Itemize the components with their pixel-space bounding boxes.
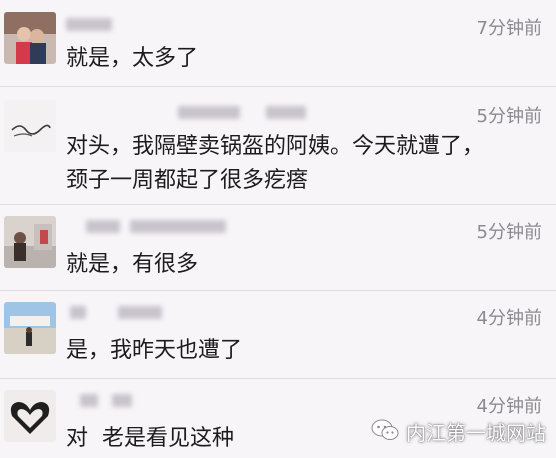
wechat-icon (370, 418, 400, 446)
username-blurred (70, 306, 86, 319)
username-blurred (130, 220, 226, 233)
avatar[interactable] (4, 12, 56, 64)
comment-time: 4分钟前 (476, 396, 542, 417)
username-blurred (118, 306, 162, 319)
comment-text: 是，我昨天也遭了 (66, 338, 243, 363)
username-blurred (86, 220, 120, 233)
watermark-text: 内江第一城网站 (406, 421, 546, 445)
comment-item[interactable]: 5分钟前 对头，我隔壁卖锅盔的阿姨。今天就遭了， 颈子一周都起了很多疙瘩 (0, 88, 556, 202)
username-blurred (112, 394, 132, 407)
comment-time: 5分钟前 (476, 106, 542, 127)
watermark: 内江第一城网站 (370, 417, 546, 446)
divider (0, 86, 556, 87)
comment-text: 就是，有很多 (66, 252, 199, 277)
comment-time: 7分钟前 (476, 18, 542, 39)
divider (0, 378, 556, 379)
comment-text: 对头，我隔壁卖锅盔的阿姨。今天就遭了， 颈子一周都起了很多疙瘩 (66, 134, 485, 193)
divider (0, 204, 556, 205)
username-blurred (178, 106, 240, 119)
username-blurred (266, 106, 306, 119)
comment-item[interactable]: 7分钟前 就是，太多了 (0, 0, 556, 84)
comment-text: 对 老是看见这种 (66, 426, 234, 451)
avatar[interactable] (4, 216, 56, 268)
comment-time: 5分钟前 (476, 222, 542, 243)
comment-time: 4分钟前 (476, 308, 542, 329)
avatar[interactable] (4, 302, 56, 354)
comment-text: 就是，太多了 (66, 46, 199, 71)
username-blurred (66, 18, 112, 31)
comment-item[interactable]: 4分钟前 是，我昨天也遭了 (0, 292, 556, 378)
comment-feed: 7分钟前 就是，太多了 5分钟前 对头，我隔壁卖锅盔的阿姨。今天就遭了， 颈子一… (0, 0, 556, 458)
comment-item[interactable]: 5分钟前 就是，有很多 (0, 206, 556, 290)
divider (0, 290, 556, 291)
username-blurred (80, 394, 98, 407)
avatar[interactable] (4, 100, 56, 152)
avatar[interactable] (4, 390, 56, 442)
